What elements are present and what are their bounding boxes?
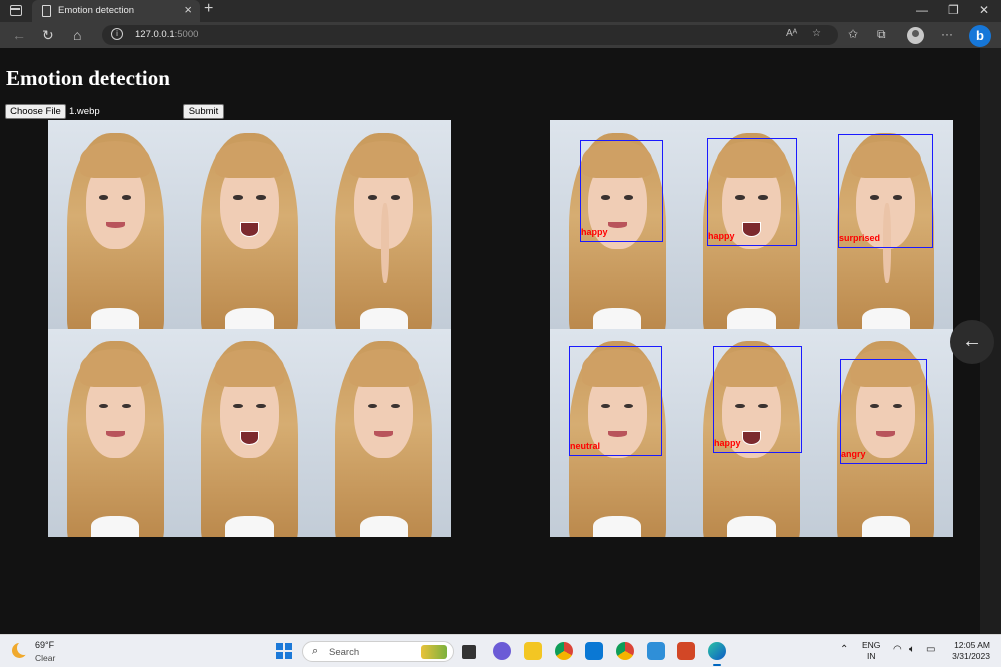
tab-strip: Emotion detection × + — ❐ ✕ (0, 0, 1001, 22)
bing-chat-icon[interactable]: b (969, 25, 991, 47)
submit-button[interactable]: Submit (183, 104, 224, 119)
clock[interactable]: 12:05 AM 3/31/2023 (944, 640, 990, 662)
face-photo (48, 120, 183, 329)
edge-icon[interactable] (708, 642, 726, 666)
vscode-icon[interactable] (585, 642, 603, 660)
notepad-icon[interactable] (647, 642, 665, 660)
volume-icon[interactable]: 🔈︎ (909, 644, 915, 655)
face-detection-box: happy (707, 138, 797, 246)
face-photo (48, 328, 183, 537)
close-window-icon[interactable]: ✕ (979, 3, 989, 17)
weather-condition[interactable]: Clear (35, 653, 55, 663)
toolbar: ← ↻ ⌂ i 127.0.0.1:5000 Aᴬ ☆ ✩ ⧉ ··· (0, 22, 1001, 48)
read-aloud-icon[interactable]: Aᴬ (786, 28, 797, 39)
output-image: happy happy surprised neutral happy angr… (550, 120, 953, 537)
emotion-label: surprised (839, 233, 881, 243)
tab-emotion-detection[interactable]: Emotion detection × (32, 0, 200, 22)
close-tab-icon[interactable]: × (184, 2, 192, 17)
add-favorite-icon[interactable]: ☆ (812, 28, 821, 39)
arrow-left-icon[interactable]: ← (950, 320, 994, 364)
emotion-label: happy (714, 438, 741, 448)
face-photo (182, 120, 317, 329)
taskbar: 69°F Clear ⌕ Search ⌃ ENG IN ◠ 🔈︎ ▭ 12:05… (0, 634, 1001, 667)
taskbar-search[interactable]: ⌕ Search (302, 641, 454, 662)
tab-title: Emotion detection (58, 5, 135, 16)
selected-file-name: 1.webp (69, 106, 100, 117)
powerpoint-icon[interactable] (677, 642, 695, 660)
chat-icon[interactable] (493, 642, 511, 660)
emotion-label: neutral (570, 441, 601, 451)
battery-icon[interactable]: ▭ (926, 644, 935, 655)
emotion-label: happy (708, 231, 735, 241)
date: 3/31/2023 (952, 651, 990, 661)
file-explorer-icon[interactable] (524, 642, 542, 660)
time: 12:05 AM (954, 640, 990, 650)
restore-icon[interactable]: ❐ (948, 3, 959, 17)
url-host: 127.0.0.1 (135, 29, 175, 40)
more-icon[interactable]: ··· (941, 27, 953, 41)
url-text: 127.0.0.1:5000 (135, 29, 198, 40)
collections-icon[interactable]: ⧉ (877, 27, 886, 42)
info-icon[interactable]: i (111, 28, 123, 40)
face-detection-box: happy (580, 140, 663, 242)
weather-temperature[interactable]: 69°F (35, 640, 54, 650)
face-detection-box: surprised (838, 134, 933, 248)
page-title: Emotion detection (6, 66, 170, 90)
emotion-label: angry (841, 449, 866, 459)
page-icon (42, 5, 51, 17)
search-highlight-icon (421, 645, 447, 659)
emotion-label: happy (581, 227, 608, 237)
minimize-icon[interactable]: — (916, 3, 928, 17)
profile-avatar[interactable] (907, 27, 924, 44)
back-icon[interactable]: ← (12, 27, 26, 43)
page-content: Emotion detection Choose File 1.webp Sub… (0, 48, 980, 634)
task-view-icon[interactable] (462, 645, 476, 659)
lang-region: IN (866, 651, 876, 661)
chrome-icon[interactable] (555, 642, 573, 660)
face-detection-box: happy (713, 346, 802, 453)
choose-file-button[interactable]: Choose File (5, 104, 66, 119)
url-port: :5000 (174, 29, 199, 40)
favorites-icon[interactable]: ✩ (848, 27, 858, 41)
lang-code: ENG (862, 640, 881, 650)
moon-icon[interactable] (12, 641, 31, 658)
chrome-profile-icon[interactable] (616, 642, 634, 660)
home-icon[interactable]: ⌂ (73, 27, 81, 43)
tab-actions-icon[interactable] (10, 5, 22, 16)
chevron-up-icon[interactable]: ⌃ (840, 644, 848, 655)
new-tab-button[interactable]: + (204, 0, 213, 18)
face-detection-box: neutral (569, 346, 662, 456)
start-button[interactable] (276, 643, 292, 659)
wifi-icon[interactable]: ◠ (893, 644, 902, 655)
language-indicator[interactable]: ENG IN (862, 640, 880, 662)
search-placeholder: Search (329, 647, 360, 658)
reload-icon[interactable]: ↻ (42, 27, 54, 44)
face-photo (182, 328, 317, 537)
input-image (48, 120, 451, 537)
address-bar[interactable]: i 127.0.0.1:5000 Aᴬ ☆ (102, 25, 838, 45)
search-icon: ⌕ (312, 645, 319, 657)
face-photo (316, 328, 451, 537)
face-detection-box: angry (840, 359, 927, 464)
face-photo (316, 120, 451, 329)
